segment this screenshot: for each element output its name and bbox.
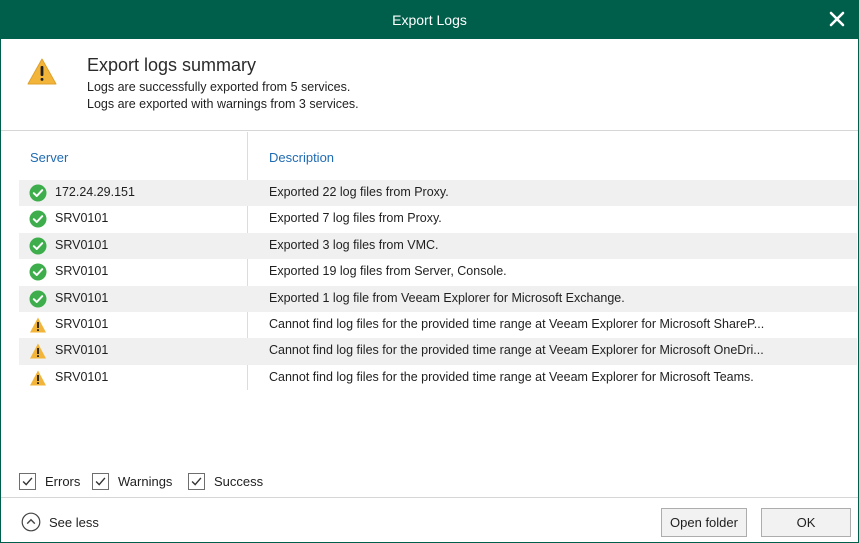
checkbox-checked-icon <box>188 473 205 490</box>
description-cell: Cannot find log files for the provided t… <box>269 343 764 358</box>
errors-filter-label: Errors <box>45 474 81 489</box>
success-check-icon <box>29 184 47 202</box>
description-cell: Exported 3 log files from VMC. <box>269 237 439 252</box>
footer-divider <box>1 497 858 498</box>
table-row[interactable]: SRV0101 Cannot find log files for the pro… <box>19 338 857 365</box>
description-cell: Cannot find log files for the provided t… <box>269 316 765 331</box>
server-cell: SRV0101 <box>55 264 109 279</box>
success-filter-label: Success <box>214 474 264 489</box>
server-cell: SRV0101 <box>55 290 109 305</box>
description-cell: Exported 22 log files from Proxy. <box>269 185 449 199</box>
close-icon[interactable] <box>828 10 846 28</box>
warning-icon <box>30 317 46 333</box>
table-row[interactable]: SRV0101 Exported 1 log file from Veeam Ex… <box>19 285 857 312</box>
server-cell: SRV0101 <box>55 343 109 358</box>
success-check-icon <box>29 290 47 308</box>
server-cell: 172.24.29.151 <box>55 185 135 199</box>
success-check-icon <box>29 263 47 281</box>
description-cell: Exported 7 log files from Proxy. <box>269 211 442 226</box>
summary-panel: Export logs summary Logs are successfull… <box>1 39 858 131</box>
title-bar: Export Logs <box>1 1 858 39</box>
checkbox-checked-icon <box>92 473 109 490</box>
logs-table: Server Description 172.24.29.151 Exported… <box>1 132 858 432</box>
table-row[interactable]: SRV0101 Cannot find log files for the pro… <box>19 365 857 391</box>
table-row[interactable]: SRV0101 Cannot find log files for the pro… <box>19 312 857 338</box>
chevron-up-icon <box>21 512 41 532</box>
dialog-title: Export Logs <box>392 12 467 28</box>
server-cell: SRV0101 <box>55 211 109 226</box>
summary-success-text: Logs are successfully exported from 5 se… <box>87 80 351 94</box>
ok-button[interactable]: OK <box>761 508 851 537</box>
success-check-icon <box>29 237 47 255</box>
summary-heading: Export logs summary <box>87 55 257 75</box>
open-folder-button[interactable]: Open folder <box>661 508 747 537</box>
table-row[interactable]: SRV0101 Exported 3 log files from VMC. <box>19 232 857 260</box>
see-less-toggle[interactable]: See less <box>21 512 121 532</box>
table-row[interactable]: SRV0101 Exported 19 log files from Server… <box>19 259 857 285</box>
table-body: 172.24.29.151 Exported 22 log files from … <box>19 180 857 391</box>
warnings-filter-label: Warnings <box>118 474 173 489</box>
warning-icon <box>30 370 46 386</box>
export-logs-dialog: Export Logs Export logs summary Logs are… <box>0 0 859 543</box>
table-row[interactable]: SRV0101 Exported 7 log files from Proxy. <box>19 206 857 232</box>
column-header-description[interactable]: Description <box>269 150 334 165</box>
see-less-label: See less <box>49 515 99 530</box>
success-filter-checkbox[interactable]: Success <box>188 471 268 491</box>
errors-filter-checkbox[interactable]: Errors <box>19 471 83 491</box>
server-cell: SRV0101 <box>55 316 109 331</box>
table-row[interactable]: 172.24.29.151 Exported 22 log files from … <box>19 180 857 207</box>
warning-icon <box>30 343 46 359</box>
warnings-filter-checkbox[interactable]: Warnings <box>92 471 178 491</box>
description-cell: Exported 19 log files from Server, Conso… <box>269 264 507 279</box>
filter-bar: Errors Warnings Success <box>19 471 419 491</box>
description-cell: Exported 1 log file from Veeam Explorer … <box>269 290 625 305</box>
server-cell: SRV0101 <box>55 237 109 252</box>
summary-warning-text: Logs are exported with warnings from 3 s… <box>87 97 359 111</box>
checkbox-checked-icon <box>19 473 36 490</box>
column-header-server[interactable]: Server <box>30 150 68 165</box>
warning-icon <box>27 58 57 85</box>
description-cell: Cannot find log files for the provided t… <box>269 369 754 384</box>
server-cell: SRV0101 <box>55 369 109 384</box>
success-check-icon <box>29 210 47 228</box>
